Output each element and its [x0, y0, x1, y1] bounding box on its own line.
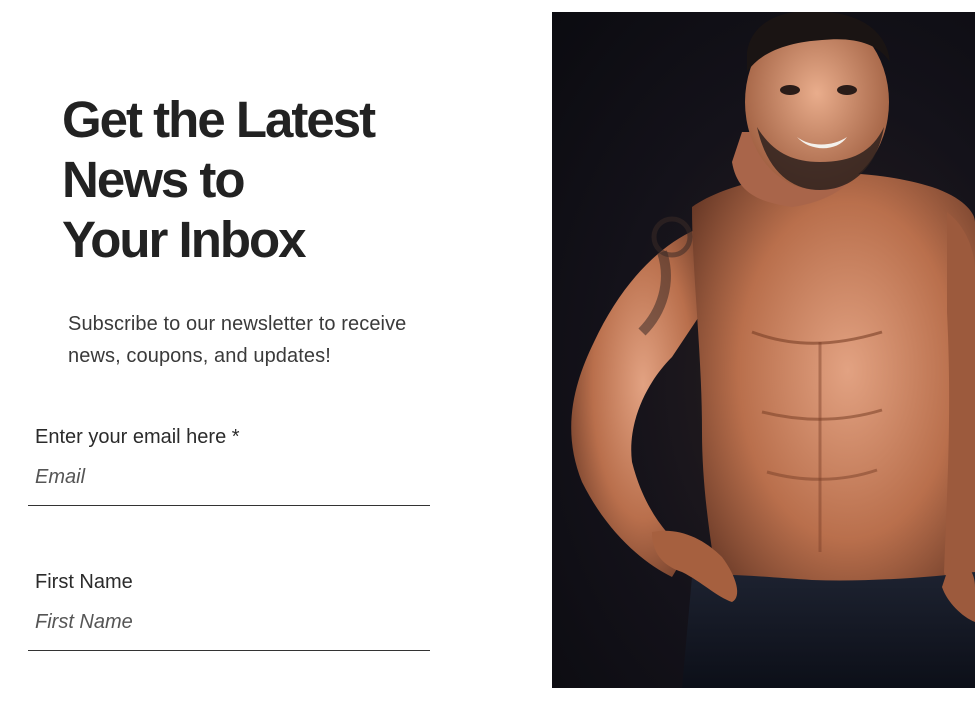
email-input[interactable]	[28, 450, 430, 506]
newsletter-signup-page: Get the Latest News to Your Inbox Subscr…	[0, 0, 975, 704]
fitness-model-illustration	[571, 12, 975, 688]
title-line-3: Your Inbox	[62, 211, 307, 268]
email-field-label: Enter your email here *	[35, 426, 240, 448]
first-name-field-group: First Name	[28, 569, 430, 665]
fitness-model-photo	[552, 12, 975, 688]
description-line-1: Subscribe to our newsletter to receive	[68, 313, 407, 335]
description-line-2: news, coupons, and updates!	[68, 345, 331, 367]
newsletter-description: Subscribe to our newsletter to receive n…	[68, 308, 498, 372]
page-title: Get the Latest News to Your Inbox	[62, 90, 482, 270]
title-line-2: News to	[62, 151, 246, 208]
email-field-group: Enter your email here *	[28, 424, 430, 520]
first-name-field-label: First Name	[35, 571, 133, 593]
torso-shape	[692, 173, 975, 612]
title-line-1: Get the Latest	[62, 91, 376, 148]
first-name-input[interactable]	[28, 595, 430, 651]
left-arm-shape	[571, 227, 702, 577]
